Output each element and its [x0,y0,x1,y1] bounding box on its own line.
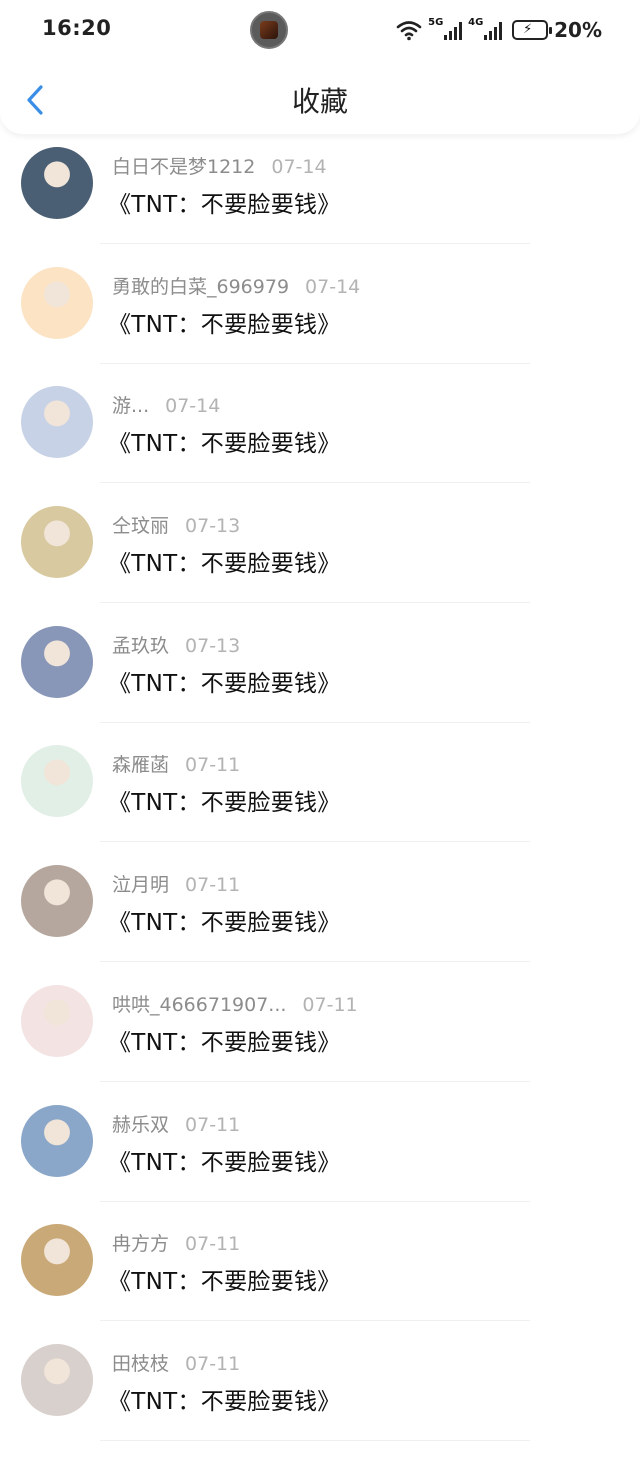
item-meta: 游... 07-14 [112,391,220,418]
username[interactable]: 田枝枝 [112,1353,169,1375]
avatar[interactable] [21,1224,93,1297]
wifi-icon [396,21,422,41]
item-meta: 孟玖玖 07-13 [112,631,240,658]
list-item[interactable]: 白日不是梦1212 07-14 《TNT：不要脸要钱》 [0,140,640,260]
favorite-title[interactable]: 《TNT：不要脸要钱》 [108,664,341,698]
divider [100,243,530,244]
username[interactable]: 冉方方 [112,1233,169,1255]
nav-bar: 收藏 [0,60,640,134]
divider [100,1200,530,1202]
username[interactable]: 森雁菡 [112,754,169,776]
network-4g-label: 4G [468,17,484,28]
avatar[interactable] [21,625,93,698]
favorite-date: 07-14 [305,275,361,298]
network-5g-label: 5G [428,17,444,28]
battery-percent: 20% [554,18,602,42]
avatar[interactable] [21,745,93,818]
item-meta: 森雁菡 07-11 [112,750,240,777]
item-meta: 白日不是梦1212 07-14 [112,152,327,179]
favorite-title[interactable]: 《TNT：不要脸要钱》 [108,783,341,817]
username[interactable]: 勇敢的白菜_696979 [112,276,289,298]
divider [100,1080,530,1082]
favorite-title[interactable]: 《TNT：不要脸要钱》 [108,185,341,219]
favorite-date: 07-13 [185,634,241,657]
favorite-title[interactable]: 《TNT：不要脸要钱》 [108,1382,341,1416]
list-item[interactable]: 冉方方 07-11 《TNT：不要脸要钱》 [0,1217,640,1337]
divider [100,1320,530,1322]
list-item[interactable]: 勇敢的白菜_696979 07-14 《TNT：不要脸要钱》 [0,260,640,380]
list-item[interactable]: 赫乐双 07-11 《TNT：不要脸要钱》 [0,1098,640,1218]
page-title: 收藏 [291,85,348,118]
list-item[interactable]: 泣月明 07-11 《TNT：不要脸要钱》 [0,858,640,978]
avatar[interactable] [21,1343,93,1416]
favorite-date: 07-11 [185,874,241,897]
avatar[interactable] [21,147,93,219]
favorites-list: 白日不是梦1212 07-14 《TNT：不要脸要钱》 勇敢的白菜_696979 07-… [0,140,640,1457]
list-item[interactable]: 游... 07-14 《TNT：不要脸要钱》 [0,379,640,499]
item-meta: 泣月明 07-11 [112,870,240,897]
avatar[interactable] [21,984,93,1057]
list-item[interactable]: 田枝枝 07-11 《TNT：不要脸要钱》 [0,1337,640,1457]
favorite-date: 07-14 [271,156,327,178]
divider [100,362,530,364]
username[interactable]: 白日不是梦1212 [112,156,255,178]
status-icons: 5G 4G ⚡ 20% [396,17,602,43]
username[interactable]: 仝玟丽 [112,515,169,537]
item-meta: 勇敢的白菜_696979 07-14 [112,272,360,299]
username[interactable]: 游... [112,395,149,417]
favorite-title[interactable]: 《TNT：不要脸要钱》 [108,1262,341,1296]
signal-4g-icon: 4G [468,17,503,40]
favorite-title[interactable]: 《TNT：不要脸要钱》 [108,1143,341,1177]
list-item[interactable]: 哄哄_466671907... 07-11 《TNT：不要脸要钱》 [0,978,640,1098]
avatar[interactable] [21,1104,93,1177]
list-item[interactable]: 孟玖玖 07-13 《TNT：不要脸要钱》 [0,619,640,739]
battery-charging-icon: ⚡ [512,20,553,40]
divider [100,602,530,604]
favorite-date: 07-11 [185,1352,241,1375]
favorite-date: 07-11 [185,1233,241,1256]
divider [100,1439,530,1441]
favorite-title[interactable]: 《TNT：不要脸要钱》 [108,903,341,937]
item-meta: 冉方方 07-11 [112,1229,240,1256]
signal-5g-icon: 5G [428,17,463,40]
username[interactable]: 赫乐双 [112,1114,169,1136]
app-notification-icon [250,11,288,49]
avatar[interactable] [21,506,93,579]
item-meta: 哄哄_466671907... 07-11 [112,990,358,1017]
divider [100,961,530,963]
favorite-title[interactable]: 《TNT：不要脸要钱》 [108,1023,341,1057]
username[interactable]: 哄哄_466671907... [112,994,286,1016]
avatar[interactable] [21,386,93,459]
divider [100,721,530,723]
item-meta: 田枝枝 07-11 [112,1349,240,1376]
divider [100,841,530,843]
favorite-title[interactable]: 《TNT：不要脸要钱》 [108,424,341,458]
favorite-date: 07-13 [185,515,241,538]
username[interactable]: 泣月明 [112,874,169,896]
username[interactable]: 孟玖玖 [112,635,169,657]
favorite-date: 07-11 [185,754,241,777]
divider [100,482,530,484]
favorite-title[interactable]: 《TNT：不要脸要钱》 [108,305,341,339]
favorite-date: 07-11 [302,993,358,1016]
list-item[interactable]: 森雁菡 07-11 《TNT：不要脸要钱》 [0,738,640,858]
item-meta: 赫乐双 07-11 [112,1110,240,1137]
favorite-date: 07-11 [185,1113,241,1136]
item-meta: 仝玟丽 07-13 [112,511,240,538]
list-item[interactable]: 仝玟丽 07-13 《TNT：不要脸要钱》 [0,499,640,619]
status-bar: 16:20 5G 4G ⚡ 20% [0,0,640,60]
favorite-date: 07-14 [165,395,221,418]
favorite-title[interactable]: 《TNT：不要脸要钱》 [108,544,341,578]
status-time: 16:20 [42,16,112,40]
avatar[interactable] [21,266,93,339]
avatar[interactable] [21,865,93,938]
